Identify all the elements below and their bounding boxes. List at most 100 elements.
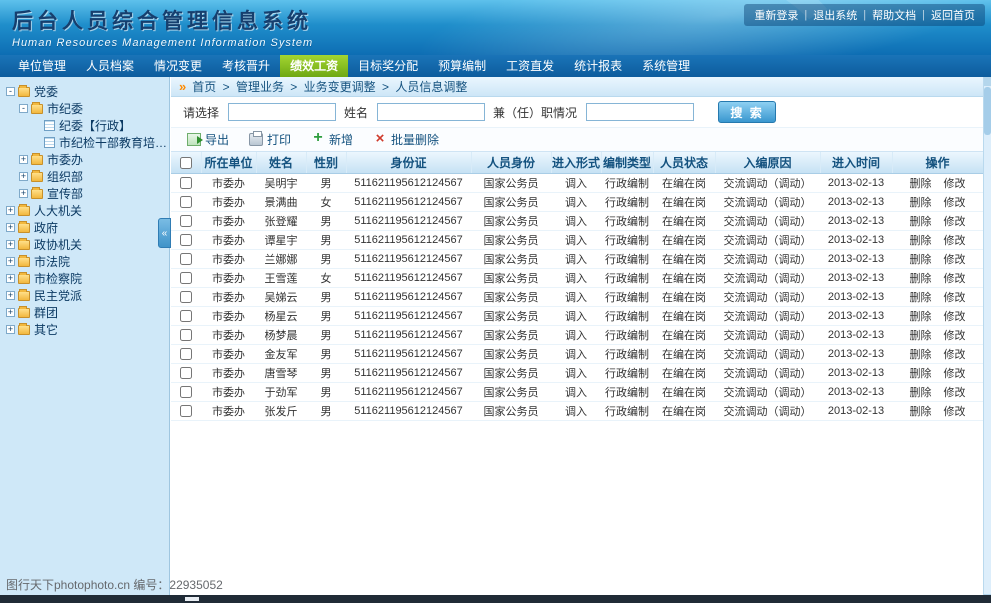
tree-expander-icon[interactable]: + <box>6 257 15 266</box>
nav-item-2[interactable]: 人员档案 <box>76 55 144 77</box>
row-checkbox[interactable] <box>180 177 192 189</box>
tree-item[interactable]: +市法院 <box>0 253 169 270</box>
tree-expander-icon[interactable]: + <box>19 172 28 181</box>
delete-link[interactable]: 删除 <box>910 311 932 323</box>
top-link-3[interactable]: 帮助文档 <box>872 7 916 23</box>
tree-item[interactable]: -市纪委 <box>0 100 169 117</box>
nav-item-6[interactable]: 目标奖分配 <box>348 55 428 77</box>
nav-item-9[interactable]: 统计报表 <box>564 55 632 77</box>
delete-link[interactable]: 删除 <box>910 406 932 418</box>
delete-link[interactable]: 删除 <box>910 387 932 399</box>
tree-item[interactable]: +人大机关 <box>0 202 169 219</box>
edit-link[interactable]: 修改 <box>944 349 966 361</box>
scroll-up-icon[interactable] <box>984 77 991 86</box>
top-link-4[interactable]: 返回首页 <box>931 7 975 23</box>
row-checkbox[interactable] <box>180 367 192 379</box>
search-input-1[interactable] <box>228 103 336 121</box>
delete-link[interactable]: 删除 <box>910 292 932 304</box>
delete-link[interactable]: 删除 <box>910 273 932 285</box>
tree-item[interactable]: +政协机关 <box>0 236 169 253</box>
edit-link[interactable]: 修改 <box>944 254 966 266</box>
delete-link[interactable]: 删除 <box>910 330 932 342</box>
nav-item-8[interactable]: 工资直发 <box>496 55 564 77</box>
breadcrumb-item-2[interactable]: 管理业务 <box>236 80 284 94</box>
tree-item[interactable]: 纪委【行政】 <box>0 117 169 134</box>
breadcrumb-item-3[interactable]: 业务变更调整 <box>304 80 376 94</box>
top-link-1[interactable]: 重新登录 <box>754 7 798 23</box>
cell-status: 在编在岗 <box>653 306 715 325</box>
row-checkbox[interactable] <box>180 348 192 360</box>
edit-link[interactable]: 修改 <box>944 330 966 342</box>
edit-link[interactable]: 修改 <box>944 216 966 228</box>
tree-item[interactable]: 市纪检干部教育培训中心 <box>0 134 169 151</box>
row-checkbox[interactable] <box>180 196 192 208</box>
toolbar-print-button[interactable]: 打印 <box>241 131 299 148</box>
delete-link[interactable]: 删除 <box>910 368 932 380</box>
nav-item-10[interactable]: 系统管理 <box>632 55 700 77</box>
scrollbar-thumb[interactable] <box>984 87 991 135</box>
tree-expander-icon[interactable]: + <box>6 274 15 283</box>
tree-item[interactable]: +群团 <box>0 304 169 321</box>
tree-item[interactable]: +其它 <box>0 321 169 338</box>
tree-item[interactable]: +市委办 <box>0 151 169 168</box>
tree-expander-icon[interactable]: + <box>6 291 15 300</box>
row-checkbox[interactable] <box>180 215 192 227</box>
tree-expander-icon[interactable]: + <box>6 325 15 334</box>
tree-item[interactable]: +宣传部 <box>0 185 169 202</box>
tree-expander-icon[interactable]: + <box>6 223 15 232</box>
row-checkbox[interactable] <box>180 310 192 322</box>
toolbar-add-button[interactable]: 新增 <box>303 131 361 148</box>
row-checkbox[interactable] <box>180 272 192 284</box>
edit-link[interactable]: 修改 <box>944 292 966 304</box>
tree-item[interactable]: +政府 <box>0 219 169 236</box>
edit-link[interactable]: 修改 <box>944 311 966 323</box>
edit-link[interactable]: 修改 <box>944 235 966 247</box>
edit-link[interactable]: 修改 <box>944 197 966 209</box>
tree-expander-icon[interactable]: + <box>6 308 15 317</box>
delete-link[interactable]: 删除 <box>910 178 932 190</box>
toolbar-batch-delete-button[interactable]: 批量删除 <box>365 131 447 148</box>
edit-link[interactable]: 修改 <box>944 273 966 285</box>
row-checkbox[interactable] <box>180 234 192 246</box>
nav-item-5[interactable]: 绩效工资 <box>280 55 348 77</box>
nav-item-3[interactable]: 情况变更 <box>144 55 212 77</box>
row-checkbox[interactable] <box>180 386 192 398</box>
toolbar-export-button[interactable]: 导出 <box>179 131 237 148</box>
delete-link[interactable]: 删除 <box>910 216 932 228</box>
search-input-3[interactable] <box>586 103 694 121</box>
row-checkbox[interactable] <box>180 329 192 341</box>
search-input-2[interactable] <box>377 103 485 121</box>
tree-item[interactable]: +市检察院 <box>0 270 169 287</box>
vertical-scrollbar[interactable] <box>983 77 991 603</box>
tree-expander-icon[interactable]: + <box>19 155 28 164</box>
delete-link[interactable]: 删除 <box>910 235 932 247</box>
row-checkbox[interactable] <box>180 291 192 303</box>
table-row: 市委办唐雪琴男511621195612124567国家公务员调入行政编制在编在岗… <box>171 363 983 382</box>
edit-link[interactable]: 修改 <box>944 368 966 380</box>
select-all-checkbox[interactable] <box>180 157 192 169</box>
row-checkbox[interactable] <box>180 405 192 417</box>
tree-expander-icon[interactable]: - <box>19 104 28 113</box>
edit-link[interactable]: 修改 <box>944 406 966 418</box>
delete-link[interactable]: 删除 <box>910 254 932 266</box>
tree-expander-icon[interactable]: + <box>6 240 15 249</box>
delete-link[interactable]: 删除 <box>910 197 932 209</box>
tree-item[interactable]: +组织部 <box>0 168 169 185</box>
tree-expander-icon[interactable]: - <box>6 87 15 96</box>
row-checkbox[interactable] <box>180 253 192 265</box>
delete-link[interactable]: 删除 <box>910 349 932 361</box>
top-link-2[interactable]: 退出系统 <box>813 7 857 23</box>
breadcrumb-item-1[interactable]: 首页 <box>192 80 216 94</box>
tree-item[interactable]: -党委 <box>0 83 169 100</box>
nav-item-7[interactable]: 预算编制 <box>428 55 496 77</box>
nav-item-1[interactable]: 单位管理 <box>8 55 76 77</box>
edit-link[interactable]: 修改 <box>944 178 966 190</box>
tree-expander-icon[interactable]: + <box>6 206 15 215</box>
edit-link[interactable]: 修改 <box>944 387 966 399</box>
nav-item-4[interactable]: 考核晋升 <box>212 55 280 77</box>
sidebar-collapse-handle[interactable]: « <box>158 218 171 248</box>
tree-expander-icon[interactable]: + <box>19 189 28 198</box>
search-button[interactable]: 搜 索 <box>718 101 776 123</box>
tree-item[interactable]: +民主党派 <box>0 287 169 304</box>
cell-status: 在编在岗 <box>653 344 715 363</box>
